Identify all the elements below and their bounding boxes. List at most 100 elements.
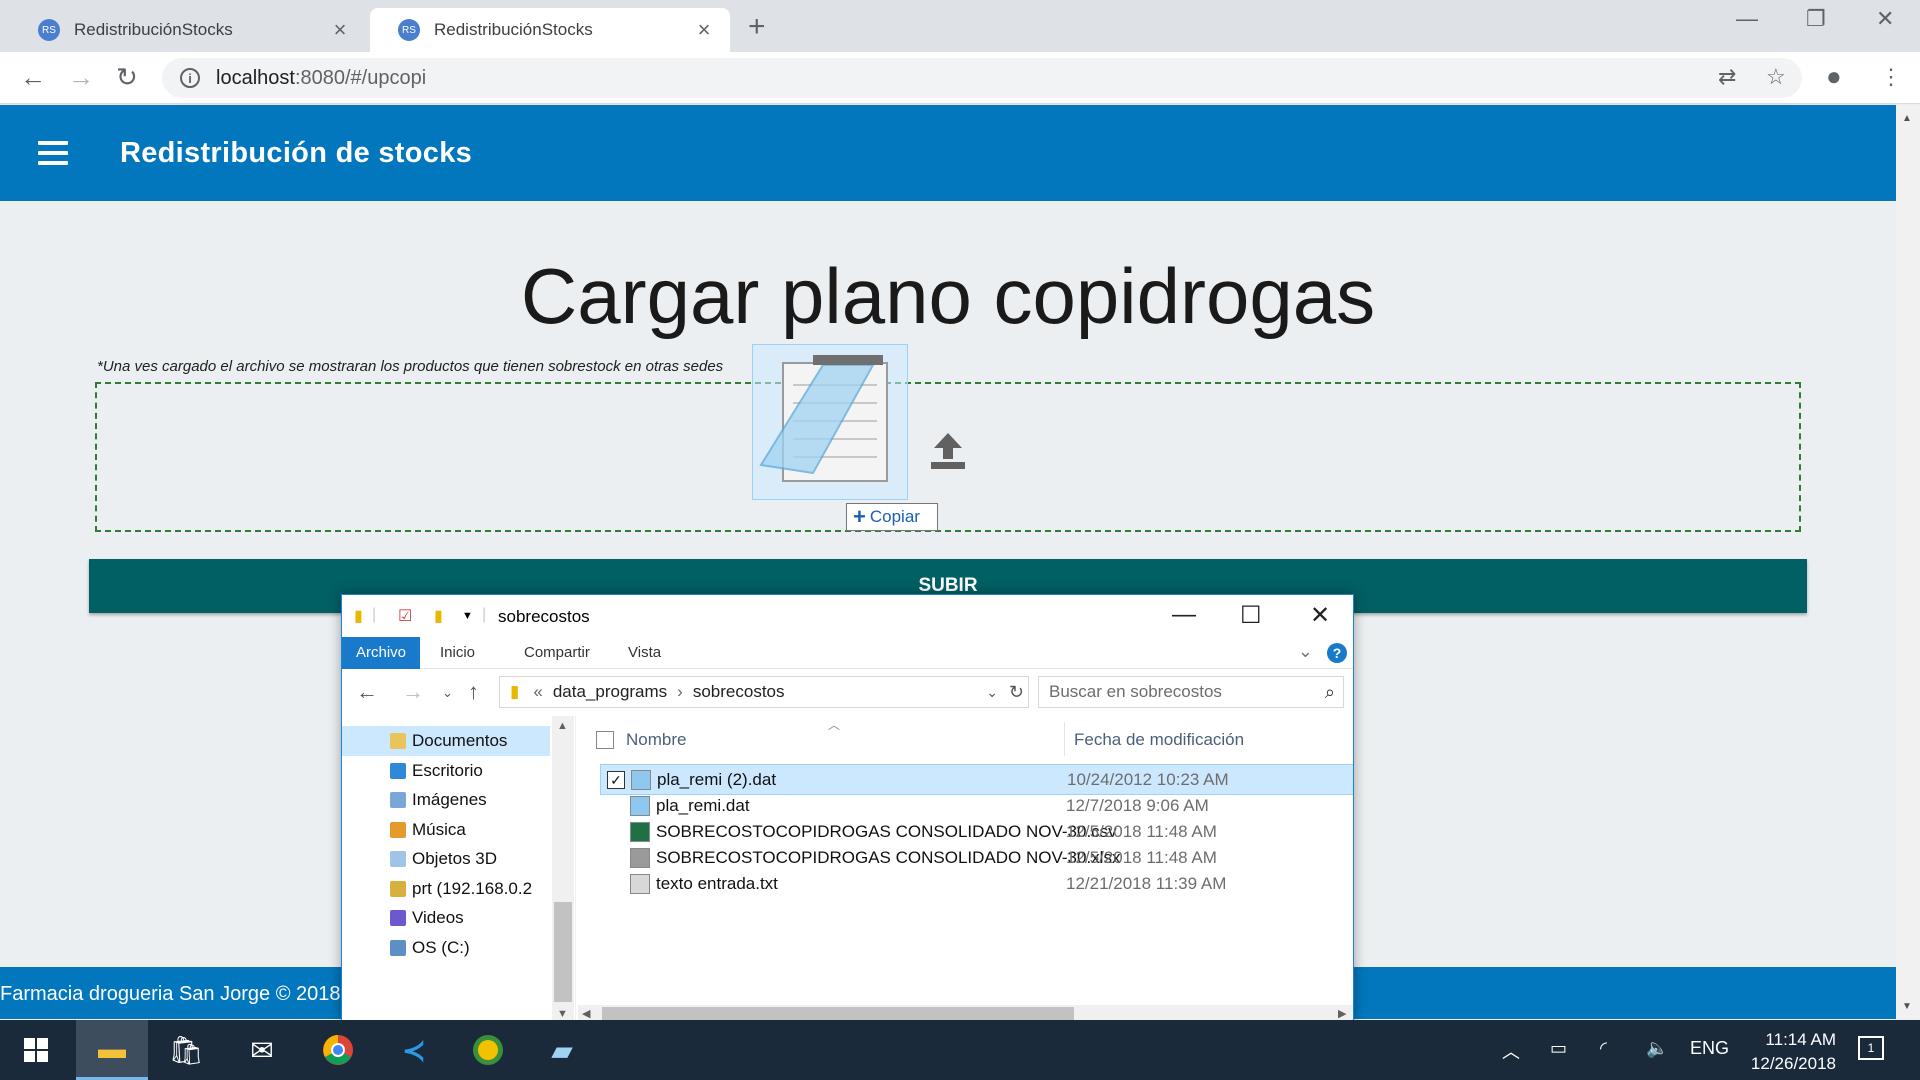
separator: | [482, 606, 487, 623]
restore-icon[interactable]: ❐ [1806, 6, 1826, 32]
explorer-search-input[interactable]: Buscar en sobrecostos ⌕ [1038, 676, 1344, 708]
taskbar-store[interactable]: 🛍 [150, 1020, 222, 1080]
file-date: 10/24/2012 10:23 AM [1067, 769, 1229, 789]
browser-tab-1[interactable]: RS RedistribuciónStocks × [10, 8, 366, 52]
nav-item[interactable]: prt (192.168.0.2 [342, 874, 550, 904]
taskbar-mail[interactable]: ✉ [226, 1020, 298, 1080]
breadcrumb-item[interactable]: data_programs [553, 682, 667, 702]
taskbar-chrome[interactable] [302, 1020, 374, 1080]
page-scrollbar[interactable]: ▲ ▼ [1896, 105, 1920, 1019]
forward-icon[interactable]: → [68, 62, 94, 93]
site-info-icon[interactable]: i [180, 68, 200, 88]
help-icon[interactable]: ? [1327, 643, 1347, 663]
chevron-right-icon[interactable]: › [677, 682, 683, 702]
file-name: SOBRECOSTOCOPIDROGAS CONSOLIDADO NOV-30.… [656, 821, 1117, 841]
translate-icon[interactable]: ⇄ [1718, 64, 1736, 90]
taskbar-file-explorer[interactable]: ▬ [76, 1020, 148, 1080]
column-divider[interactable] [1064, 722, 1065, 756]
page-title: Cargar plano copidrogas [520, 252, 1376, 340]
browser-toolbar: ← → ↻ i localhost :8080/#/upcopi ⇄ ☆ ● ⋮ [0, 52, 1920, 104]
customize-qa-icon[interactable]: ▼ [462, 610, 473, 622]
column-date[interactable]: Fecha de modificación [1074, 730, 1244, 750]
refresh-icon[interactable]: ↻ [1009, 682, 1024, 703]
explorer-address-bar[interactable]: ▮ « data_programs › sobrecostos ⌄ ↻ [499, 676, 1029, 708]
back-icon[interactable]: ← [356, 679, 378, 705]
scroll-up-icon[interactable]: ▲ [557, 720, 568, 732]
reload-icon[interactable]: ↻ [116, 62, 138, 93]
scroll-down-icon[interactable]: ▼ [557, 1008, 568, 1020]
nav-item[interactable]: Escritorio [342, 756, 550, 786]
search-placeholder: Buscar en sobrecostos [1049, 682, 1222, 701]
properties-icon[interactable]: ☑ [398, 606, 412, 626]
mail-icon: ✉ [250, 1034, 274, 1066]
ribbon-tab-vista[interactable]: Vista [614, 637, 675, 669]
breadcrumb-overflow[interactable]: « [533, 682, 542, 702]
tab-close-icon[interactable]: × [328, 17, 352, 43]
address-bar[interactable]: i localhost :8080/#/upcopi [162, 58, 1802, 98]
battery-icon[interactable]: ▭ [1550, 1038, 1567, 1059]
explorer-title: sobrecostos [498, 607, 590, 626]
notification-center-icon[interactable]: 1 [1858, 1036, 1884, 1060]
ribbon-tab-archivo[interactable]: Archivo [342, 637, 421, 669]
column-name[interactable]: Nombre [626, 730, 686, 750]
forward-icon[interactable]: → [402, 679, 424, 705]
taskbar-hs-app[interactable] [452, 1020, 524, 1080]
ribbon-tab-compartir[interactable]: Compartir [510, 637, 604, 669]
minimize-icon[interactable]: — [1736, 6, 1758, 32]
scroll-thumb[interactable] [554, 902, 572, 1002]
store-icon: 🛍 [168, 1034, 204, 1066]
row-checkbox[interactable]: ✓ [607, 770, 625, 789]
menu-dots-icon[interactable]: ⋮ [1880, 64, 1902, 90]
nav-item-label: Escritorio [412, 760, 483, 780]
scroll-thumb[interactable] [602, 1007, 1074, 1021]
file-explorer-window[interactable]: ▮ | ☑ ▮ ▼ | sobrecostos — ☐ ✕ Archivo In… [341, 594, 1354, 1022]
taskbar-notepad[interactable]: ▰ [526, 1020, 598, 1080]
new-tab-button[interactable]: + [748, 10, 766, 44]
hamburger-menu-icon[interactable] [38, 141, 68, 171]
taskbar-vscode[interactable]: ≺ [378, 1020, 450, 1080]
maximize-icon[interactable]: ☐ [1240, 601, 1262, 630]
wifi-icon[interactable]: ◜ [1600, 1038, 1607, 1059]
ribbon-tab-inicio[interactable]: Inicio [426, 637, 489, 669]
tab-close-icon[interactable]: × [692, 17, 716, 43]
up-icon[interactable]: ↑ [468, 679, 479, 705]
volume-icon[interactable]: 🔈 [1646, 1038, 1668, 1059]
back-icon[interactable]: ← [20, 62, 46, 93]
footer-text: Farmacia drogueria San Jorge © 2018 [0, 983, 341, 1005]
nav-item[interactable]: Videos [342, 903, 550, 933]
scroll-right-icon[interactable]: ▶ [1338, 1007, 1346, 1020]
tooltip-text: Copiar [869, 507, 920, 526]
nav-item[interactable]: Objetos 3D [342, 844, 550, 874]
browser-tab-2[interactable]: RS RedistribuciónStocks × [370, 8, 730, 52]
recent-locations-icon[interactable]: ⌄ [442, 685, 453, 701]
select-all-checkbox[interactable] [596, 731, 614, 749]
bookmark-star-icon[interactable]: ☆ [1766, 64, 1786, 90]
expand-ribbon-icon[interactable]: ⌄ [1298, 641, 1313, 662]
language-indicator[interactable]: ENG [1690, 1038, 1729, 1059]
app-header: Redistribución de stocks [0, 105, 1896, 201]
nav-item[interactable]: Documentos [342, 726, 550, 756]
nav-item[interactable]: Música [342, 815, 550, 845]
show-hidden-icons-icon[interactable]: ︿ [1502, 1038, 1520, 1064]
scroll-left-icon[interactable]: ◀ [582, 1007, 590, 1020]
scroll-down-icon[interactable]: ▼ [1902, 1001, 1912, 1012]
nav-item[interactable]: Imágenes [342, 785, 550, 815]
folder-icon [390, 939, 406, 956]
xlsx-file-icon [630, 848, 650, 869]
upload-icon[interactable] [930, 431, 966, 471]
notepad-icon [630, 795, 650, 816]
scroll-up-icon[interactable]: ▲ [1902, 113, 1912, 124]
new-folder-icon[interactable]: ▮ [434, 606, 443, 626]
chevron-down-icon[interactable]: ⌄ [986, 684, 998, 701]
system-clock[interactable]: 11:14 AM 12/26/2018 [1736, 1028, 1836, 1076]
minimize-icon[interactable]: — [1172, 601, 1196, 629]
close-window-icon[interactable]: ✕ [1876, 6, 1894, 32]
breadcrumb-item[interactable]: sobrecostos [693, 682, 785, 702]
nav-item[interactable]: OS (C:) [342, 933, 550, 963]
profile-icon[interactable]: ● [1826, 61, 1842, 92]
start-button[interactable] [0, 1020, 72, 1080]
nav-pane-scrollbar[interactable]: ▲ ▼ [552, 716, 574, 1021]
close-window-icon[interactable]: ✕ [1310, 601, 1330, 630]
file-row[interactable]: texto entrada.txt 12/21/2018 11:39 AM [600, 869, 1353, 900]
notepad-icon [631, 769, 651, 790]
